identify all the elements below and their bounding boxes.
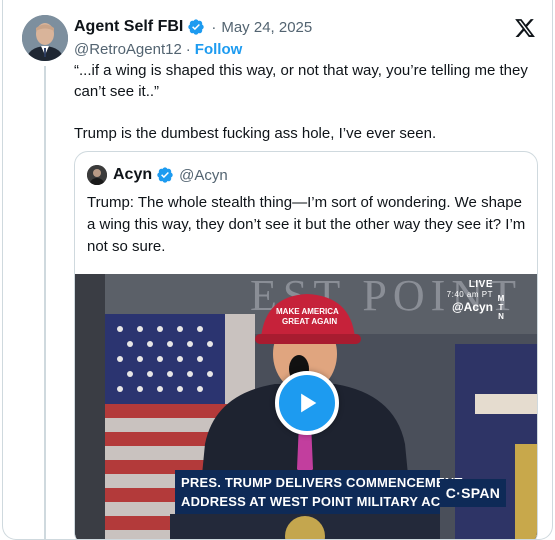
follow-button[interactable]: Follow (195, 41, 243, 58)
quote-header: Acyn @Acyn (87, 164, 228, 186)
quote-author-handle: @Acyn (179, 166, 228, 184)
handle-separator: · (185, 40, 191, 58)
tweet-card: Agent Self FBI · May 24, 2025 @RetroAgen… (2, 0, 553, 540)
video-chyron: PRES. TRUMP DELIVERS COMMENCEMENT ADDRES… (175, 470, 489, 514)
video-watermark: @Acyn (451, 300, 493, 314)
tweet-date[interactable]: May 24, 2025 (221, 19, 312, 36)
handle-row: @RetroAgent12 · Follow (74, 39, 242, 59)
live-label: LIVE (468, 279, 493, 290)
chyron-line-1: PRES. TRUMP DELIVERS COMMENCEMENT (181, 475, 463, 490)
hat-text-line-2: GREAT AGAIN (282, 317, 337, 326)
chyron-line-2: ADDRESS AT WEST POINT MILITARY ACADEMY (181, 494, 489, 509)
header-separator: · (211, 18, 217, 36)
quote-author-name: Acyn (113, 166, 153, 183)
quote-text: Trump: The whole stealth thing—I’m sort … (87, 194, 526, 255)
quoted-tweet[interactable]: Acyn @Acyn Trump: The whole stealth thin… (74, 151, 538, 539)
quote-author-avatar (87, 165, 107, 185)
tweet-text: “...if a wing is shaped this way, or not… (74, 60, 544, 144)
play-button[interactable] (275, 371, 339, 435)
x-logo-icon[interactable] (513, 17, 537, 39)
video-player[interactable]: EST POINT MAKE AMERICA GREAT AGAIN LIVE … (75, 274, 537, 539)
network-letter-2: T (498, 303, 504, 312)
author-handle[interactable]: @RetroAgent12 (74, 41, 182, 58)
author-name[interactable]: Agent Self FBI (74, 18, 183, 36)
author-avatar[interactable] (22, 15, 68, 61)
play-icon (301, 393, 317, 413)
tweet-text-line-2: Trump is the dumbest fucking ass hole, I… (74, 125, 437, 142)
live-indicator: LIVE 7:40 am PT (447, 280, 493, 300)
tweet-text-line-1: “...if a wing is shaped this way, or not… (74, 62, 528, 100)
verified-badge-icon (188, 19, 205, 35)
tweet-header: Agent Self FBI · May 24, 2025 (74, 16, 312, 38)
network-letter-3: N (498, 312, 504, 321)
hat-text-line-1: MAKE AMERICA (276, 307, 339, 316)
cspan-logo: C·SPAN (440, 479, 506, 507)
thread-line (44, 66, 46, 539)
live-time: 7:40 am PT (446, 290, 493, 299)
network-vertical-label: M T N (497, 294, 505, 321)
network-letter-1: M (497, 294, 505, 303)
verified-badge-icon (157, 167, 173, 183)
